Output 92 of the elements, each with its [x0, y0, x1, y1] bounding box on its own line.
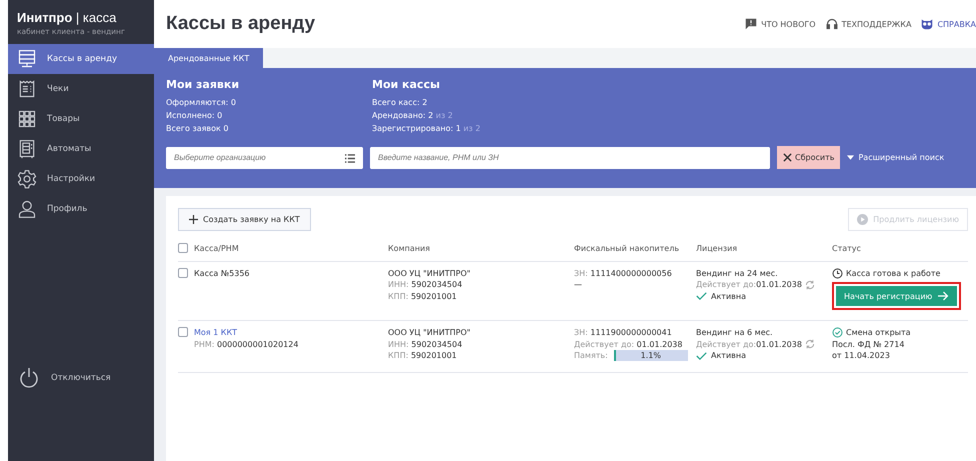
page-title: Кассы в аренду [166, 13, 316, 35]
serial-label: ЗН: [574, 328, 588, 337]
receipt-icon [17, 79, 37, 99]
valid-label: Действует до: [574, 340, 634, 348]
valid-label: Действует до: [696, 340, 756, 348]
inn-value: 5902034504 [411, 280, 462, 289]
memory-value: 1.1% [640, 350, 662, 362]
chat-icon [745, 18, 758, 30]
header-link[interactable]: ЧТО НОВОГО [745, 18, 816, 30]
license-name: Вендинг на 24 мес. [696, 268, 779, 279]
status-text: Касса готова к работе [846, 268, 940, 279]
company-name: ООО УЦ "ИНИТПРО" [388, 268, 472, 279]
sidebar-item[interactable]: Профиль [8, 194, 154, 224]
summary-stat: Оформляются: 0 [166, 98, 236, 107]
check-icon [696, 352, 707, 360]
valid-date: 01.01.2038 [756, 280, 802, 289]
license-name: Вендинг на 6 мес. [696, 327, 774, 338]
sidebar-item[interactable]: Автоматы [8, 134, 154, 164]
checkbox[interactable] [178, 327, 188, 337]
sidebar-item[interactable]: Товары [8, 104, 154, 134]
reset-button[interactable]: Сбросить [777, 146, 840, 169]
clock-icon [832, 268, 843, 279]
header-link[interactable]: СПРАВКА [921, 18, 976, 30]
logout-item[interactable]: Отключиться [8, 363, 154, 393]
caret-icon [847, 155, 854, 160]
kpp-value: 590201001 [410, 292, 457, 300]
summary-stat: Всего касс: 2 [372, 98, 428, 107]
refresh-icon[interactable] [804, 339, 815, 350]
column-header: Компания [388, 244, 430, 253]
tab[interactable]: Арендованные ККТ [154, 48, 264, 68]
kpp-label: КПП: [388, 292, 408, 300]
play-icon [857, 214, 868, 225]
inn-value: 5902034504 [411, 340, 462, 348]
headset-icon [826, 18, 838, 30]
create-request-button[interactable]: Создать заявку на ККТ [178, 208, 311, 231]
sidebar-item[interactable]: Настройки [8, 164, 154, 194]
sidebar-item[interactable]: Кассы в аренду [8, 44, 154, 74]
check-icon [696, 292, 707, 300]
license-status: Активна [711, 350, 746, 362]
status-text: Смена открыта [846, 327, 911, 338]
plus-icon [189, 215, 198, 224]
checkbox[interactable] [178, 268, 188, 278]
kpp-label: КПП: [388, 351, 408, 360]
organization-select[interactable]: Выберите организацию [166, 146, 363, 168]
advanced-search-link[interactable]: Расширенный поиск [847, 153, 944, 162]
refresh-icon[interactable] [804, 280, 815, 290]
company-name: ООО УЦ "ИНИТПРО" [388, 327, 472, 338]
summary-stat: Арендовано: 2 [372, 111, 434, 120]
grid-icon [17, 109, 37, 129]
brand-logo: Инитпро | касса [17, 10, 118, 25]
empty-value: — [574, 279, 583, 290]
serial-value: 1111400000000056 [590, 268, 672, 278]
summary-stat: Зарегистрировано: 1 [372, 124, 461, 133]
summary-title: Мои заявки [166, 78, 240, 91]
status-detail: от 11.04.2023 [832, 350, 891, 362]
serial-label: ЗН: [574, 268, 588, 278]
search-field[interactable]: Введите название, РНМ или ЗН [370, 146, 770, 168]
summary-total: из 2 [436, 111, 453, 120]
list-icon [345, 154, 355, 162]
person-icon [17, 199, 37, 219]
status-detail: Посл. ФД № 2714 [832, 338, 906, 350]
rnm-value: 0000000001020124 [216, 340, 298, 348]
settings-icon [17, 169, 37, 189]
valid-date: 01.01.2038 [756, 340, 802, 348]
kpp-value: 590201001 [410, 351, 457, 360]
memory-label: Память: [574, 350, 608, 362]
server-icon [17, 49, 37, 69]
header-link[interactable]: ТЕХПОДДЕРЖКА [826, 18, 912, 30]
vending-machine-icon [17, 139, 37, 159]
inn-label: ИНН: [388, 280, 409, 289]
rnm-label: РНМ: [194, 340, 214, 348]
checkbox[interactable] [178, 243, 188, 253]
column-header: Касса/РНМ [194, 243, 239, 254]
register-name: Касса №5356 [194, 268, 250, 279]
owl-icon [921, 18, 934, 30]
column-header: Фискальный накопитель [574, 244, 680, 253]
sidebar-item[interactable]: Чеки [8, 74, 154, 104]
column-header: Статус [832, 244, 861, 253]
close-icon [783, 153, 792, 162]
serial-value: 1111900000000041 [590, 328, 672, 337]
inn-label: ИНН: [388, 340, 409, 348]
valid-label: Действует до: [696, 280, 756, 289]
valid-date: 01.01.2038 [636, 340, 682, 348]
check-circle-icon [832, 327, 843, 338]
summary-total: из 2 [463, 124, 480, 133]
summary-title: Мои кассы [372, 78, 441, 91]
license-status: Активна [711, 290, 746, 302]
register-name-link[interactable]: Моя 1 ККТ [194, 327, 298, 338]
summary-stat: Исполнено: 0 [166, 111, 222, 120]
column-header: Лицензия [696, 244, 738, 253]
arrow-right-icon [938, 291, 950, 301]
summary-stat: Всего заявок 0 [166, 124, 228, 133]
